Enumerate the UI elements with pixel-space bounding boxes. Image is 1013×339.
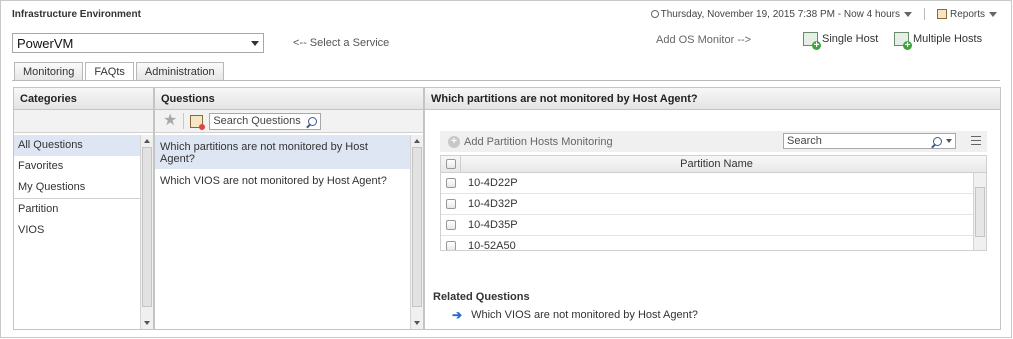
- categories-panel: Categories All Questions Favorites My Qu…: [13, 87, 154, 330]
- reports-label: Reports: [949, 8, 985, 20]
- categories-header: Categories: [14, 88, 153, 110]
- scroll-thumb[interactable]: [975, 187, 985, 237]
- scroll-down-icon[interactable]: [414, 321, 420, 325]
- table-row[interactable]: 10-52A50: [441, 236, 986, 251]
- scroll-thumb[interactable]: [412, 147, 422, 307]
- row-checkbox[interactable]: [446, 241, 456, 250]
- category-all-questions[interactable]: All Questions: [14, 135, 140, 156]
- scroll-up-icon[interactable]: [144, 139, 150, 143]
- partition-grid: Partition Name 10-4D22P 10-4D32P 10-4D35…: [440, 155, 987, 251]
- add-partition-hosts-button[interactable]: + Add Partition Hosts Monitoring: [448, 135, 613, 148]
- category-vios[interactable]: VIOS: [14, 220, 140, 241]
- partition-name-cell: 10-4D35P: [468, 219, 518, 231]
- table-row[interactable]: 10-4D35P: [441, 215, 986, 236]
- questions-toolbar: ★ Search Questions: [155, 110, 423, 133]
- select-all-checkbox[interactable]: [445, 159, 456, 169]
- search-questions-input[interactable]: Search Questions: [209, 112, 322, 130]
- grid-toolbar: + Add Partition Hosts Monitoring Search: [440, 131, 987, 152]
- grid-search-placeholder: Search: [787, 135, 822, 147]
- scroll-up-icon[interactable]: [414, 139, 420, 143]
- tab-bar: Monitoring FAQts Administration: [14, 62, 224, 81]
- add-partition-hosts-label: Add Partition Hosts Monitoring: [464, 135, 613, 148]
- divider: [923, 8, 925, 20]
- categories-list: All Questions Favorites My Questions Par…: [14, 135, 140, 241]
- single-host-button[interactable]: Single Host: [803, 32, 879, 50]
- partition-name-cell: 10-4D22P: [468, 177, 518, 189]
- add-os-monitor-hint: Add OS Monitor -->: [656, 34, 752, 46]
- chevron-down-icon: [251, 40, 259, 46]
- related-question-link[interactable]: ➔ Which VIOS are not monitored by Host A…: [452, 308, 698, 322]
- chevron-down-icon: [989, 11, 997, 17]
- select-all-cell: [441, 156, 461, 173]
- tab-divider: [12, 80, 1000, 81]
- categories-toolbar: [14, 110, 153, 133]
- chevron-down-icon: [903, 11, 912, 17]
- question-item[interactable]: Which VIOS are not monitored by Host Age…: [155, 169, 410, 203]
- multiple-hosts-icon: [894, 32, 912, 50]
- edit-question-icon[interactable]: [190, 114, 206, 130]
- columns-icon[interactable]: [971, 136, 981, 145]
- grid-search-input[interactable]: Search: [783, 133, 956, 149]
- row-checkbox[interactable]: [446, 178, 456, 188]
- multiple-hosts-label: Multiple Hosts: [913, 33, 983, 45]
- question-detail-body: + Add Partition Hosts Monitoring Search …: [425, 111, 1000, 329]
- questions-panel: Questions ★ Search Questions Which parti…: [154, 87, 424, 330]
- categories-scrollbar[interactable]: [140, 135, 153, 329]
- top-bar: Thursday, November 19, 2015 7:38 PM - No…: [650, 8, 997, 20]
- search-questions-placeholder: Search Questions: [213, 115, 301, 127]
- single-host-icon: [803, 32, 821, 50]
- questions-list: Which partitions are not monitored by Ho…: [155, 135, 410, 203]
- page-title: Infrastructure Environment: [12, 9, 141, 20]
- chevron-down-icon[interactable]: [946, 139, 952, 143]
- category-my-questions[interactable]: My Questions: [14, 177, 140, 198]
- service-select[interactable]: PowerVM: [12, 33, 264, 53]
- tab-administration[interactable]: Administration: [135, 62, 224, 80]
- clock-icon: [650, 10, 659, 18]
- table-row[interactable]: 10-4D32P: [441, 194, 986, 215]
- question-detail-panel: Which partitions are not monitored by Ho…: [424, 87, 1001, 330]
- questions-scrollbar[interactable]: [410, 135, 423, 329]
- category-favorites[interactable]: Favorites: [14, 156, 140, 177]
- column-header-partition-name[interactable]: Partition Name: [461, 158, 986, 170]
- tab-monitoring[interactable]: Monitoring: [14, 62, 84, 80]
- partition-name-cell: 10-52A50: [468, 240, 516, 251]
- related-questions-title: Related Questions: [433, 291, 530, 303]
- questions-header: Questions: [155, 88, 423, 110]
- reports-menu[interactable]: Reports: [936, 8, 997, 20]
- category-partition[interactable]: Partition: [14, 199, 140, 220]
- question-detail-header: Which partitions are not monitored by Ho…: [425, 88, 1000, 110]
- toolbar-divider: [183, 113, 185, 129]
- select-service-hint: <-- Select a Service: [293, 37, 390, 49]
- star-icon[interactable]: ★: [163, 113, 177, 129]
- arrow-right-icon: ➔: [452, 308, 463, 322]
- related-question-label: Which VIOS are not monitored by Host Age…: [471, 309, 698, 321]
- question-item[interactable]: Which partitions are not monitored by Ho…: [155, 135, 410, 169]
- grid-header: Partition Name: [441, 156, 986, 173]
- row-checkbox[interactable]: [446, 199, 456, 209]
- search-icon[interactable]: [308, 116, 318, 126]
- multiple-hosts-button[interactable]: Multiple Hosts: [894, 32, 983, 50]
- add-icon: +: [448, 135, 460, 148]
- time-range-label: Thursday, November 19, 2015 7:38 PM - No…: [660, 8, 900, 20]
- tab-faqts[interactable]: FAQts: [85, 62, 134, 81]
- time-range-selector[interactable]: Thursday, November 19, 2015 7:38 PM - No…: [650, 8, 912, 20]
- reports-icon: [936, 9, 947, 19]
- scroll-down-icon[interactable]: [144, 321, 150, 325]
- partition-name-cell: 10-4D32P: [468, 198, 518, 210]
- single-host-label: Single Host: [822, 33, 879, 45]
- table-row[interactable]: 10-4D22P: [441, 173, 986, 194]
- search-icon[interactable]: [933, 136, 942, 146]
- grid-scrollbar[interactable]: [973, 173, 986, 250]
- row-checkbox[interactable]: [446, 220, 456, 230]
- scroll-thumb[interactable]: [142, 147, 152, 307]
- service-select-value: PowerVM: [17, 35, 74, 51]
